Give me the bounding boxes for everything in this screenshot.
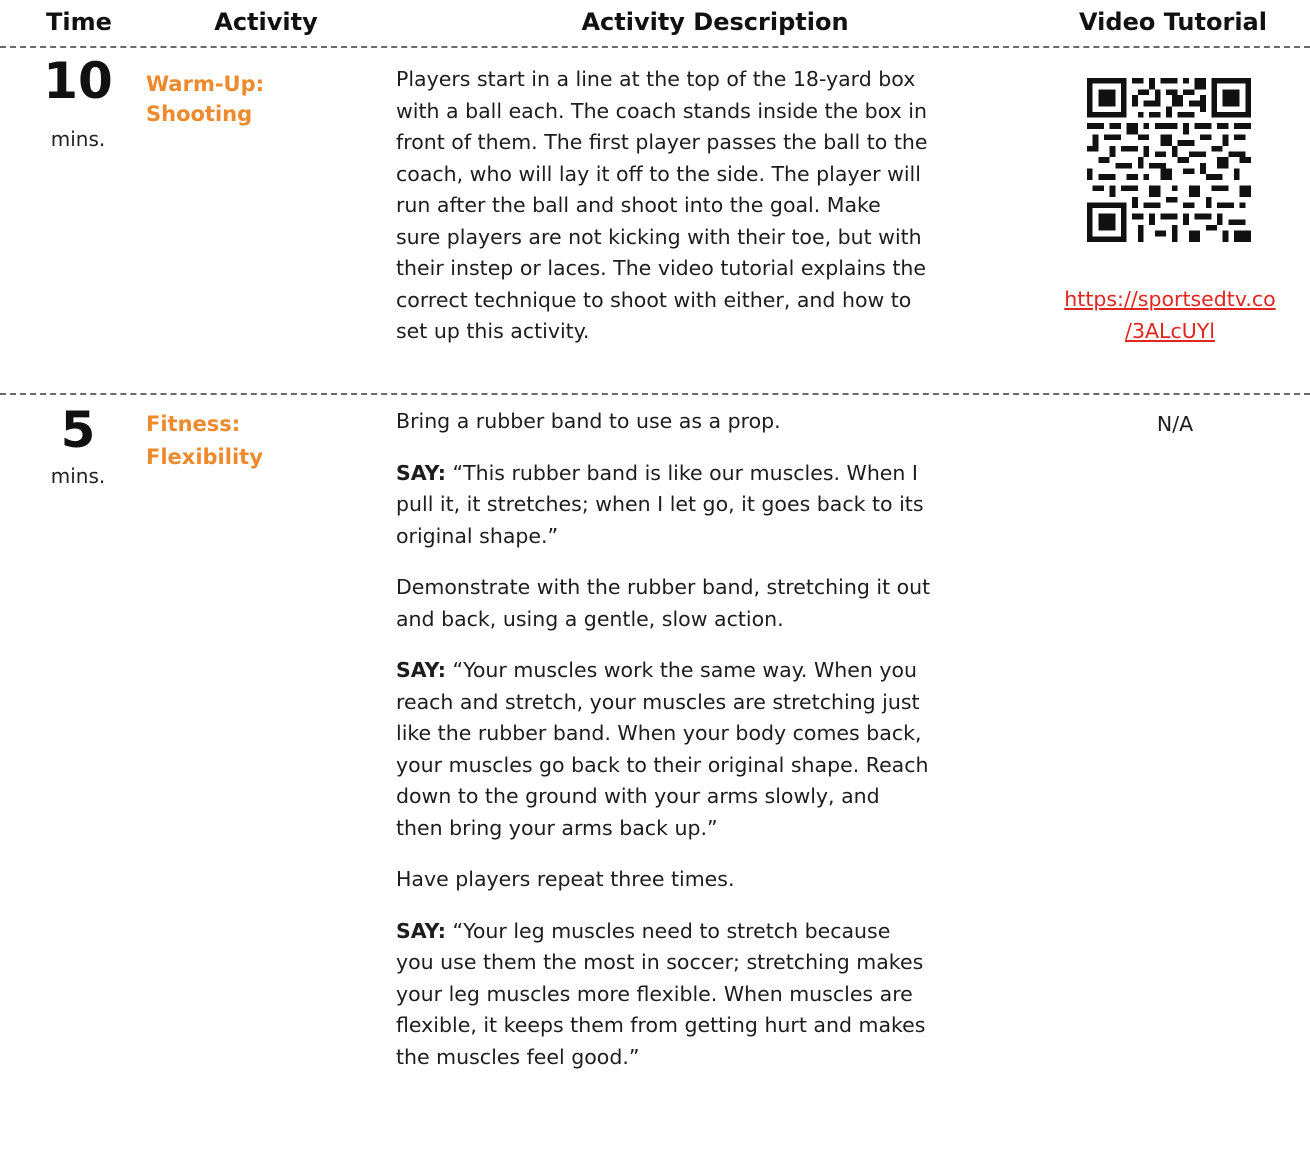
description-paragraph: Bring a rubber band to use as a prop. xyxy=(396,406,1046,438)
description-line: front of them. The first player passes t… xyxy=(396,130,928,154)
header-activity-description: Activity Description xyxy=(581,8,849,36)
description-line: your leg muscles more flexible. When mus… xyxy=(396,981,913,1006)
row1-description: Players start in a line at the top of th… xyxy=(396,64,1046,348)
description-line: coach, who will lay it off to the side. … xyxy=(396,161,921,186)
description-line: Bring a rubber band to use as a prop. xyxy=(396,409,781,433)
lesson-plan-page: Time Activity Activity Description Video… xyxy=(0,0,1310,1170)
description-line: your muscles go back to their original s… xyxy=(396,752,929,777)
description-line: you use them the most in soccer; stretch… xyxy=(396,950,924,974)
row1-time-value: 10 xyxy=(43,52,113,110)
row-divider xyxy=(0,393,1310,395)
description-line: Demonstrate with the rubber band, stretc… xyxy=(396,575,931,599)
row1-activity-title-line2: Shooting xyxy=(146,102,253,126)
description-line: Players start in a line at the top of th… xyxy=(396,67,916,91)
description-line: run after the ball and shoot into the go… xyxy=(396,193,881,217)
row2-time-unit: mins. xyxy=(50,464,106,488)
row-divider xyxy=(0,46,1310,48)
description-paragraph: SAY: “This rubber band is like our muscl… xyxy=(396,458,1046,553)
description-paragraph: Have players repeat three times. xyxy=(396,864,1046,896)
description-line: like the rubber band. When your body com… xyxy=(396,721,922,745)
description-line: sure players are not kicking with their … xyxy=(396,224,922,249)
description-line: down to the ground with your arms slowly… xyxy=(396,784,880,808)
qr-code-icon xyxy=(1087,78,1251,242)
row2-time-value: 5 xyxy=(60,401,96,459)
description-line: their instep or laces. The video tutoria… xyxy=(396,256,927,280)
description-paragraph: Demonstrate with the rubber band, stretc… xyxy=(396,572,1046,635)
description-line: set up this activity. xyxy=(396,319,590,343)
video-not-available: N/A xyxy=(1156,412,1194,436)
description-paragraph: SAY: “Your muscles work the same way. Wh… xyxy=(396,655,1046,844)
description-line: flexible, it keeps them from getting hur… xyxy=(396,1013,926,1037)
description-line: “Your muscles work the same way. When yo… xyxy=(445,658,918,682)
say-label: SAY: xyxy=(396,460,446,485)
row1-activity-title-line1: Warm-Up: xyxy=(146,72,265,96)
header-time: Time xyxy=(46,8,112,36)
row2-activity-title-line1: Fitness: xyxy=(146,412,241,436)
row1-time-unit: mins. xyxy=(50,127,106,151)
row2-description: Bring a rubber band to use as a prop. SA… xyxy=(396,406,1046,1073)
say-label: SAY: xyxy=(396,918,446,943)
description-line: pull it, it stretches; when I let go, it… xyxy=(396,492,924,516)
video-tutorial-link[interactable]: https://sportsedtv.co /3ALcUYl xyxy=(1030,283,1310,347)
header-activity: Activity xyxy=(214,8,318,36)
header-video-tutorial: Video Tutorial xyxy=(1079,8,1267,36)
say-label: SAY: xyxy=(396,658,446,682)
description-line: reach and stretch, your muscles are stre… xyxy=(396,689,920,714)
video-link-line1[interactable]: https://sportsedtv.co xyxy=(1030,283,1310,315)
description-line: “This rubber band is like our muscles. W… xyxy=(445,460,918,485)
description-line: original shape.” xyxy=(396,523,559,548)
description-line: and back, using a gentle, slow action. xyxy=(396,606,784,631)
description-line: then bring your arms back up.” xyxy=(396,815,718,840)
description-paragraph: SAY: “Your leg muscles need to stretch b… xyxy=(396,916,1046,1074)
description-line: correct technique to shoot with either, … xyxy=(396,287,912,312)
description-line: with a ball each. The coach stands insid… xyxy=(396,98,927,123)
video-link-line2[interactable]: /3ALcUYl xyxy=(1030,315,1310,347)
description-line: Have players repeat three times. xyxy=(396,867,735,891)
description-line: “Your leg muscles need to stretch becaus… xyxy=(445,918,891,943)
row2-activity-title-line2: Flexibility xyxy=(146,445,263,469)
description-line: the muscles feel good.” xyxy=(396,1044,640,1069)
